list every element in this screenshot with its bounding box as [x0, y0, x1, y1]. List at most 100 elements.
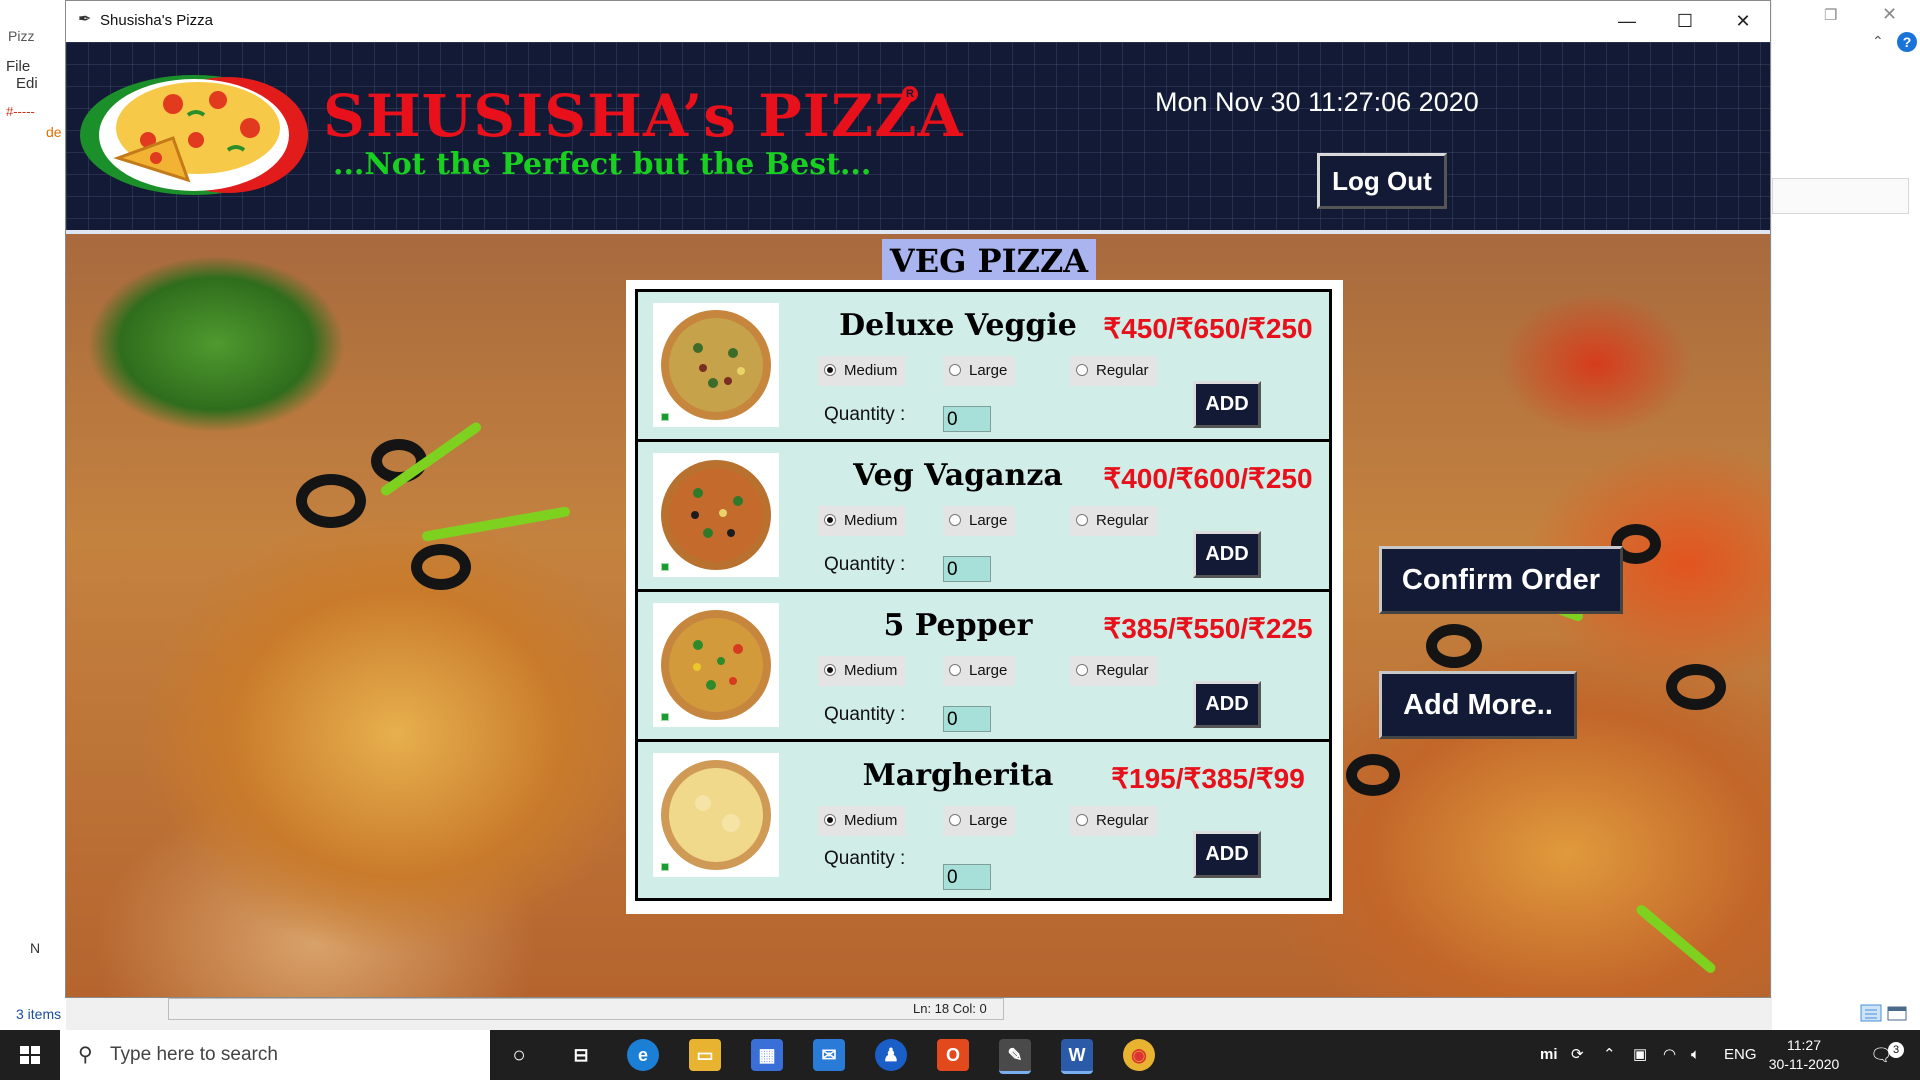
window-title: Shusisha's Pizza — [100, 12, 213, 29]
app-header: SHUSISHA’s PIZZA R ...Not the Perfect bu… — [66, 42, 1770, 234]
cortana-icon[interactable]: ○ — [503, 1039, 535, 1071]
close-icon[interactable]: ✕ — [1882, 4, 1897, 25]
quantity-label: Quantity : — [824, 404, 906, 425]
word-icon[interactable]: W — [1061, 1039, 1093, 1074]
radio-label: Medium — [844, 362, 898, 379]
taskbar-date: 30-11-2020 — [1768, 1056, 1840, 1072]
meet-now-icon[interactable]: ▣ — [1633, 1030, 1647, 1080]
taskbar-clock[interactable]: 11:27 30-11-2020 — [1764, 1036, 1844, 1074]
background-menu-file[interactable]: File — [6, 58, 30, 75]
add-more-button[interactable]: Add More.. — [1379, 671, 1577, 739]
sync-icon[interactable]: ⟳ — [1571, 1030, 1584, 1080]
confirm-order-button[interactable]: Confirm Order — [1379, 546, 1623, 614]
minimize-button[interactable]: — — [1598, 7, 1656, 35]
radio-label: Regular — [1096, 512, 1149, 529]
size-radio-regular[interactable]: Regular — [1070, 506, 1157, 536]
size-radio-large[interactable]: Large — [943, 806, 1016, 836]
mi-icon[interactable]: mi — [1540, 1030, 1558, 1080]
background-tab-label[interactable]: Pizz — [8, 28, 34, 44]
veg-indicator — [661, 713, 669, 721]
taskbar-search-box[interactable]: ⚲ Type here to search — [60, 1030, 490, 1080]
pizza-price: ₹400/₹600/₹250 — [1103, 463, 1313, 494]
size-radio-large[interactable]: Large — [943, 356, 1016, 386]
chevron-up-icon[interactable]: ⌃ — [1872, 33, 1884, 50]
size-radio-regular[interactable]: Regular — [1070, 806, 1157, 836]
size-radio-medium[interactable]: Medium — [818, 806, 906, 836]
size-radio-large[interactable]: Large — [943, 506, 1016, 536]
veg-indicator — [661, 863, 669, 871]
edge-icon[interactable]: e — [627, 1039, 659, 1071]
language-indicator[interactable]: ENG — [1724, 1030, 1757, 1080]
radio-label: Large — [969, 362, 1008, 379]
feather-icon: ✒ — [78, 11, 92, 28]
radio-label: Medium — [844, 662, 898, 679]
background-menu-edit[interactable]: Edi — [16, 75, 38, 92]
store-icon[interactable]: ▦ — [751, 1039, 783, 1071]
quantity-input[interactable] — [943, 556, 991, 582]
menu-list: Deluxe Veggie ₹450/₹650/₹250 Medium Larg… — [635, 289, 1332, 901]
help-icon[interactable]: ? — [1897, 32, 1917, 52]
chrome-icon[interactable]: ◉ — [1123, 1039, 1155, 1071]
python-idle-icon[interactable]: ✎ — [999, 1039, 1031, 1074]
add-button[interactable]: ADD — [1193, 681, 1261, 728]
windows-start-icon[interactable] — [0, 1030, 60, 1080]
task-view-icon[interactable]: ⊟ — [565, 1039, 597, 1071]
add-button[interactable]: ADD — [1193, 531, 1261, 578]
add-button[interactable]: ADD — [1193, 831, 1261, 878]
quantity-input[interactable] — [943, 406, 991, 432]
background-olive-decoration — [411, 544, 471, 590]
radio-label: Medium — [844, 812, 898, 829]
radio-icon — [949, 814, 961, 826]
pizza-name: Margherita — [862, 758, 1054, 793]
size-radio-regular[interactable]: Regular — [1070, 656, 1157, 686]
app-window: ✒ Shusisha's Pizza — ☐ ✕ SHUSISHA’s PIZZ… — [65, 0, 1771, 998]
security-icon[interactable]: ♟ — [875, 1039, 907, 1071]
quantity-input[interactable] — [943, 864, 991, 890]
add-button[interactable]: ADD — [1193, 381, 1261, 428]
radio-selected-icon — [824, 364, 836, 376]
size-radio-medium[interactable]: Medium — [818, 656, 906, 686]
pizza-name: Veg Vaganza — [853, 458, 1063, 493]
maximize-button[interactable]: ☐ — [1656, 7, 1714, 35]
background-editor-window: Pizz File Edi #----- de — [0, 0, 67, 900]
quantity-input[interactable] — [943, 706, 991, 732]
radio-icon — [949, 664, 961, 676]
veg-indicator — [661, 563, 669, 571]
file-explorer-icon[interactable]: ▭ — [689, 1039, 721, 1071]
radio-label: Regular — [1096, 362, 1149, 379]
background-nav-item[interactable]: N — [30, 940, 40, 956]
background-menu-bar: File Edi — [6, 58, 66, 92]
cursor-position-text: Ln: 18 Col: 0 — [913, 1001, 987, 1016]
size-radio-medium[interactable]: Medium — [818, 506, 906, 536]
pizza-image — [653, 303, 779, 427]
items-count-label: 3 items — [16, 1006, 62, 1022]
chevron-up-icon[interactable]: ⌃ — [1603, 1030, 1616, 1080]
volume-icon[interactable]: 🔈︎ — [1691, 1030, 1700, 1080]
datetime-display: Mon Nov 30 11:27:06 2020 — [1155, 87, 1479, 117]
wifi-icon[interactable]: ◠ — [1663, 1030, 1676, 1080]
radio-label: Large — [969, 512, 1008, 529]
radio-icon — [949, 364, 961, 376]
office-icon[interactable]: O — [937, 1039, 969, 1071]
taskbar: ⚲ Type here to search ○ ⊟ e ▭ ▦ ✉ ♟ O ✎ … — [0, 1030, 1920, 1080]
quantity-label: Quantity : — [824, 704, 906, 725]
pizza-card: Margherita ₹195/₹385/₹99 Medium Large Re… — [638, 742, 1329, 898]
pizza-price: ₹450/₹650/₹250 — [1103, 313, 1313, 344]
pizza-price: ₹195/₹385/₹99 — [1111, 763, 1305, 794]
background-input-box[interactable] — [1772, 178, 1909, 214]
title-bar[interactable]: ✒ Shusisha's Pizza — ☐ ✕ — [66, 1, 1770, 41]
background-code-line: #----- — [6, 104, 35, 119]
background-right-window: ❐ ✕ ⌃ ? — [1772, 0, 1920, 1030]
size-radio-large[interactable]: Large — [943, 656, 1016, 686]
close-button[interactable]: ✕ — [1714, 7, 1772, 35]
mail-icon[interactable]: ✉ — [813, 1039, 845, 1071]
pizza-image — [653, 603, 779, 727]
quantity-label: Quantity : — [824, 848, 906, 869]
size-radio-medium[interactable]: Medium — [818, 356, 906, 386]
logout-button[interactable]: Log Out — [1317, 153, 1447, 209]
radio-icon — [1076, 514, 1088, 526]
size-radio-regular[interactable]: Regular — [1070, 356, 1157, 386]
pizza-logo-icon — [80, 75, 308, 195]
restore-icon[interactable]: ❐ — [1824, 6, 1837, 24]
view-mode-icons[interactable] — [1860, 1004, 1910, 1022]
